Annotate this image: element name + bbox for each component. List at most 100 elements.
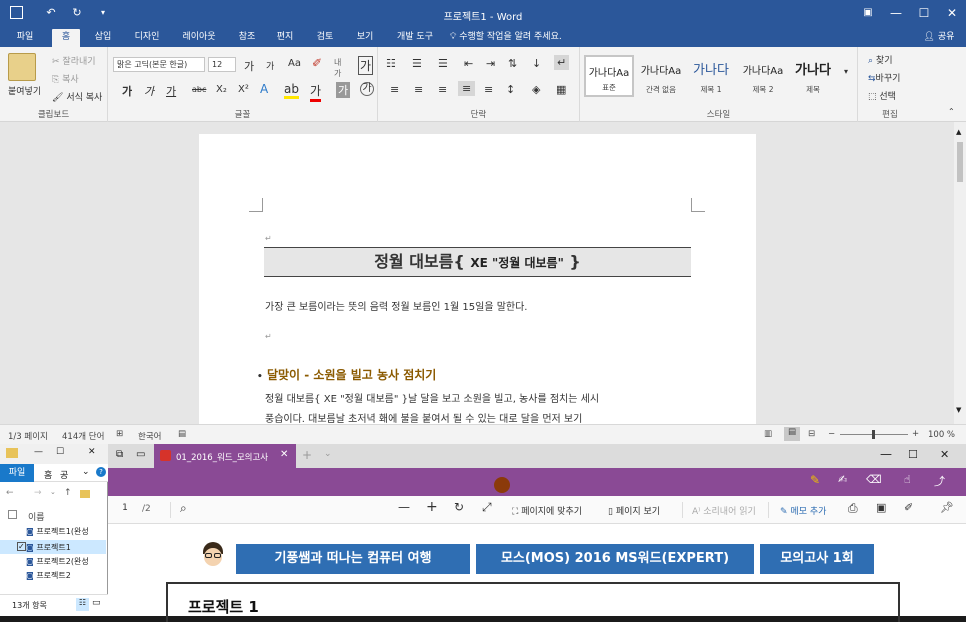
read-mode-icon[interactable]: ▥ (764, 429, 772, 439)
edge-minimize-icon[interactable]: — (880, 447, 892, 461)
add-note-button[interactable]: ✎ 메모 추가 (780, 504, 826, 517)
new-tab-icon[interactable]: + (302, 448, 312, 462)
font-color-icon[interactable]: 가 (310, 82, 322, 102)
shrink-font-button[interactable]: 가 (266, 59, 274, 72)
strikethrough-button[interactable]: abc (192, 85, 206, 94)
scroll-down-icon[interactable]: ▼ (956, 406, 961, 414)
large-icons-view-icon[interactable]: ▭ (92, 598, 101, 608)
print-layout-icon[interactable]: ▤ (784, 427, 800, 441)
font-size-combo[interactable]: 12 (208, 57, 236, 72)
change-case-button[interactable]: Aa (288, 58, 301, 69)
increase-indent-icon[interactable]: ⇥ (486, 57, 495, 70)
explorer-expand-icon[interactable]: ⌄ (82, 467, 90, 477)
explorer-close-icon[interactable]: ✕ (88, 447, 96, 457)
explorer-tab-share[interactable]: 공 (60, 468, 68, 481)
word-count[interactable]: 414개 단어 (62, 430, 104, 442)
tell-me-box[interactable]: 💡︎ 수행할 작업을 알려 주세요. (450, 30, 570, 47)
close-icon[interactable]: ✕ (938, 4, 966, 22)
text-effects-icon[interactable]: A (260, 82, 268, 96)
multilevel-list-icon[interactable]: ☰ (438, 57, 448, 70)
file-item[interactable]: ◙ 프로젝트2 (26, 570, 71, 581)
style-heading2[interactable]: 가나다Aa 제목 2 (738, 55, 788, 97)
edge-maximize-icon[interactable]: ☐ (908, 448, 918, 461)
select-all-checkbox[interactable] (8, 510, 17, 519)
enclose-characters-icon[interactable]: 가 (360, 82, 374, 96)
read-aloud-button[interactable]: A⁾ 소리내어 읽기 (692, 504, 756, 517)
style-normal[interactable]: 가나다Aa 표준 (584, 55, 634, 97)
minimize-icon[interactable]: — (882, 4, 910, 22)
tab-close-icon[interactable]: ✕ (280, 449, 288, 460)
proofing-icon[interactable]: ⊞ (116, 429, 123, 439)
shading-icon[interactable]: ◈ (532, 83, 540, 96)
numbering-icon[interactable]: ☰ (412, 57, 422, 70)
align-right-icon[interactable]: ≡ (438, 83, 447, 96)
details-view-icon[interactable]: ☷ (76, 598, 89, 611)
language[interactable]: 한국어 (138, 430, 161, 442)
subscript-button[interactable]: X₂ (216, 84, 227, 95)
borders-icon[interactable]: ▦ (556, 83, 566, 96)
rotate-icon[interactable]: ↻ (454, 500, 464, 514)
nav-back-icon[interactable]: ← (6, 488, 14, 498)
tab-insert[interactable]: 삽입 (88, 30, 118, 47)
explorer-tab-home[interactable]: 홈 (44, 468, 52, 481)
save-pdf-icon[interactable]: ▣ (876, 501, 886, 514)
cut-button[interactable]: ✂ 잘라내기 (52, 54, 96, 67)
page-count[interactable]: 1/3 페이지 (8, 430, 48, 442)
pen-icon[interactable]: ✎ (810, 473, 820, 487)
eraser-icon[interactable]: ⌫ (866, 473, 882, 486)
align-center-icon[interactable]: ≡ (414, 83, 423, 96)
touch-write-icon[interactable]: ☝ (904, 473, 911, 486)
font-name-combo[interactable]: 맑은 고딕(본문 한글) (113, 57, 205, 72)
tab-developer[interactable]: 개발 도구 (390, 30, 440, 47)
file-item[interactable]: ◙ 프로젝트2(완성 (26, 556, 89, 567)
document-page[interactable]: ↵ 정월 대보름{ XE "정월 대보름" } 가장 큰 보름이라는 뜻의 음력… (199, 134, 756, 424)
web-layout-icon[interactable]: ⊟ (808, 429, 815, 439)
column-header-name[interactable]: 이름 (28, 510, 45, 523)
fullscreen-icon[interactable]: ⤢ (482, 500, 492, 515)
file-checkbox-checked[interactable]: ✓ (17, 542, 26, 551)
paste-icon[interactable] (8, 53, 36, 81)
edge-close-icon[interactable]: ✕ (940, 448, 949, 461)
bold-button[interactable]: 가 (122, 83, 132, 99)
tab-file[interactable]: 파일 (10, 30, 40, 47)
character-border-icon[interactable]: 가 (358, 56, 374, 75)
page-view-button[interactable]: ▯ 페이지 보기 (608, 504, 660, 517)
explorer-tab-file[interactable]: 파일 (0, 464, 34, 482)
nav-recent-icon[interactable]: ⌄ (50, 488, 56, 496)
style-heading1[interactable]: 가나다 제목 1 (686, 55, 736, 97)
show-formatting-marks-icon[interactable]: ↵ (554, 55, 570, 70)
tab-home[interactable]: 홈 (52, 29, 80, 47)
maximize-icon[interactable]: ☐ (910, 4, 938, 22)
highlighter-icon[interactable]: ✍ (838, 473, 847, 486)
zoom-in-icon[interactable]: + (426, 499, 438, 515)
browser-tab[interactable]: 01_2016_워드_모의고사 ✕ (154, 444, 296, 468)
tab-preview-icon[interactable]: ⌄ (324, 449, 332, 459)
file-item-selected[interactable]: ✓ ◙ 프로젝트1 (0, 540, 106, 554)
save-as-icon[interactable]: ✐ (904, 501, 913, 514)
zoom-slider-thumb[interactable] (872, 430, 875, 439)
tab-design[interactable]: 디자인 (128, 30, 166, 47)
italic-button[interactable]: 가 (144, 83, 154, 99)
nav-up-icon[interactable]: ↑ (64, 488, 72, 498)
styles-more-icon[interactable]: ▾ (844, 67, 848, 76)
tab-mailings[interactable]: 편지 (270, 30, 300, 47)
tab-layout[interactable]: 레이아웃 (174, 30, 224, 47)
print-icon[interactable]: ⎙ (848, 501, 858, 516)
pdf-viewer[interactable]: 기풍쌤과 떠나는 컴퓨터 여행 모스(MOS) 2016 MS워드(EXPERT… (108, 524, 966, 622)
text-direction-icon[interactable]: ⇅ (508, 57, 517, 70)
line-spacing-icon[interactable]: ↕ (506, 83, 515, 96)
tab-references[interactable]: 참조 (232, 30, 262, 47)
explorer-minimize-icon[interactable]: — (34, 447, 43, 457)
sort-icon[interactable]: ↓ (532, 57, 541, 70)
zoom-out-icon[interactable]: — (398, 500, 410, 514)
copy-button[interactable]: ⎘ 복사 (52, 72, 79, 85)
help-icon[interactable]: ? (96, 467, 106, 477)
nav-forward-icon[interactable]: → (34, 488, 42, 498)
ribbon-display-options-icon[interactable]: ▣ (854, 4, 882, 22)
justify-icon[interactable]: ≡ (458, 81, 476, 96)
character-shading-button[interactable]: 가 (336, 82, 351, 98)
exit-ink-icon[interactable]: ⤴ (934, 473, 945, 489)
zoom-level[interactable]: 100 % (928, 430, 955, 440)
tab-view[interactable]: 보기 (350, 30, 380, 47)
pdf-search-icon[interactable]: ⌕ (180, 501, 187, 516)
